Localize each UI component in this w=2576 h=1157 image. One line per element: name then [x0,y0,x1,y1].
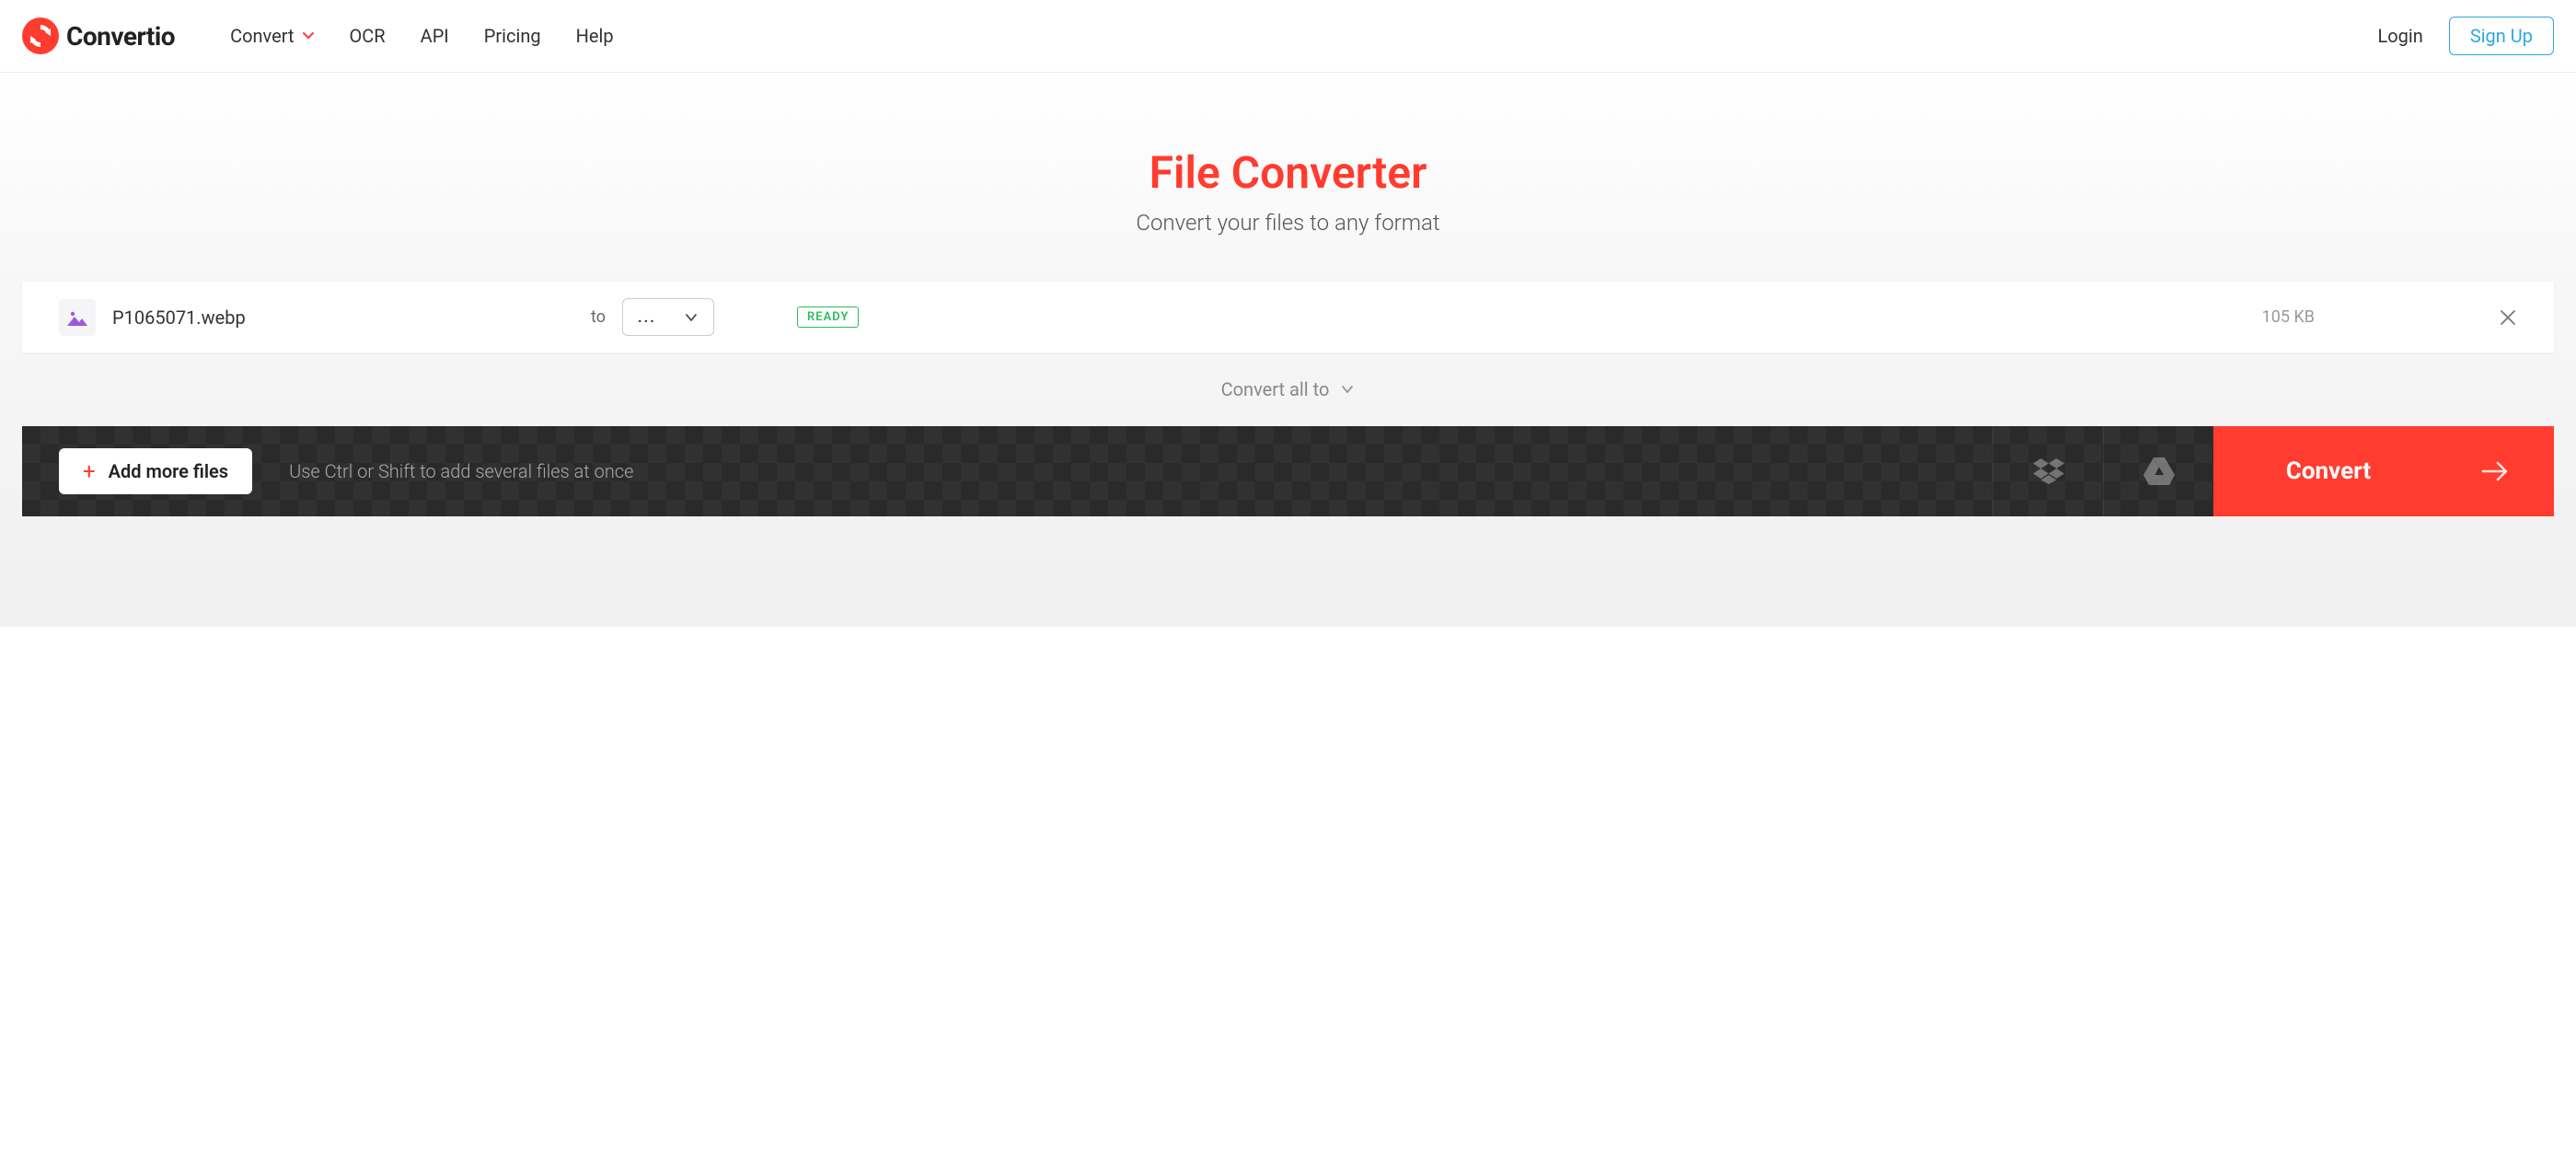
nav-label: API [421,25,449,47]
logo-text: Convertio [66,21,175,52]
close-icon [2499,308,2517,327]
nav-pricing[interactable]: Pricing [484,25,541,47]
dropbox-button[interactable] [1993,426,2103,516]
nav-api[interactable]: API [421,25,449,47]
main-nav: Convert OCR API Pricing Help [230,25,614,47]
nav-label: Pricing [484,25,541,47]
chevron-down-icon [302,29,315,42]
to-label: to [591,307,606,327]
add-more-files-button[interactable]: + Add more files [59,448,252,494]
logo-icon [22,17,59,54]
nav-label: Convert [230,25,294,47]
format-dropdown[interactable]: ... [622,298,714,336]
format-placeholder: ... [638,308,656,326]
file-row: P1065071.webp to ... READY 105 KB [22,282,2554,353]
chevron-down-icon [684,310,699,325]
hero: File Converter Convert your files to any… [0,73,2576,282]
chevron-down-icon [1340,382,1355,397]
add-more-label: Add more files [109,460,228,482]
remove-file-button[interactable] [2499,308,2517,327]
page-title: File Converter [0,146,2576,199]
header: Convertio Convert OCR API Pricing Help L… [0,0,2576,73]
arrow-right-icon [2481,460,2509,482]
convert-button[interactable]: Convert [2213,426,2554,516]
auth-links: Login Sign Up [2377,17,2554,55]
action-bar: + Add more files Use Ctrl or Shift to ad… [22,426,2554,516]
dropbox-icon [2033,458,2064,484]
google-drive-button[interactable] [2103,426,2213,516]
nav-label: Help [576,25,614,47]
nav-convert[interactable]: Convert [230,25,314,47]
file-thumbnail [59,299,96,336]
nav-label: OCR [350,25,386,47]
file-size: 105 KB [2262,307,2315,327]
logo[interactable]: Convertio [22,17,175,54]
convert-all-dropdown[interactable]: Convert all to [22,353,2554,426]
status-badge: READY [797,307,859,328]
login-link[interactable]: Login [2377,25,2422,47]
nav-help[interactable]: Help [576,25,614,47]
multiselect-hint: Use Ctrl or Shift to add several files a… [289,460,633,482]
plus-icon: + [83,458,96,484]
content: P1065071.webp to ... READY 105 KB Conver… [0,282,2576,627]
image-icon [67,309,87,326]
signup-button[interactable]: Sign Up [2449,17,2554,55]
google-drive-icon [2143,457,2175,485]
convert-label: Convert [2286,457,2371,485]
page-subtitle: Convert your files to any format [0,210,2576,236]
convert-all-label: Convert all to [1221,378,1330,400]
file-name: P1065071.webp [112,307,591,329]
nav-ocr[interactable]: OCR [350,25,386,47]
